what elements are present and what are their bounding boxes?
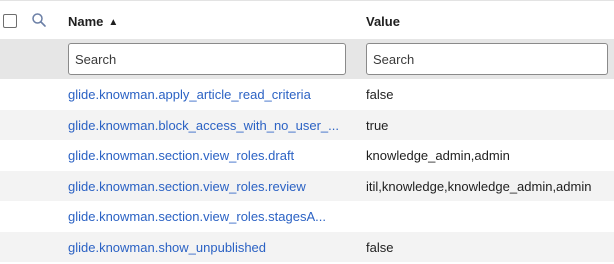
property-name-link[interactable]: glide.knowman.section.view_roles.draft xyxy=(68,148,294,163)
value-search-input[interactable] xyxy=(366,43,608,75)
column-header-value[interactable]: Value xyxy=(366,14,400,29)
table-row: glide.knowman.section.view_roles.review … xyxy=(0,170,614,201)
search-icon[interactable] xyxy=(31,12,47,28)
table-row: glide.knowman.section.view_roles.draft k… xyxy=(0,140,614,171)
property-name-link[interactable]: glide.knowman.show_unpublished xyxy=(68,240,266,255)
property-name-link[interactable]: glide.knowman.apply_article_read_criteri… xyxy=(68,87,311,102)
property-value: false xyxy=(366,87,394,102)
table-header-row: Name ▲ Value xyxy=(0,0,614,39)
table-row: glide.knowman.section.view_roles.stagesA… xyxy=(0,201,614,232)
property-name-link[interactable]: glide.knowman.block_access_with_no_user_… xyxy=(68,118,339,133)
property-value: true xyxy=(366,117,389,133)
property-value: knowledge_admin,admin xyxy=(366,148,510,163)
property-name-link[interactable]: glide.knowman.section.view_roles.stagesA… xyxy=(68,209,326,224)
table-row: glide.knowman.apply_article_read_criteri… xyxy=(0,79,614,110)
table-row: glide.knowman.block_access_with_no_user_… xyxy=(0,109,614,140)
property-name-link[interactable]: glide.knowman.section.view_roles.review xyxy=(68,179,306,194)
name-search-input[interactable] xyxy=(68,43,346,75)
column-header-value-label: Value xyxy=(366,14,400,29)
column-header-name[interactable]: Name ▲ xyxy=(68,14,118,29)
select-all-checkbox[interactable] xyxy=(3,14,17,28)
sort-ascending-icon: ▲ xyxy=(108,17,119,28)
column-header-name-label: Name xyxy=(68,14,104,29)
table-row: glide.knowman.show_unpublished false xyxy=(0,231,614,262)
property-value: false xyxy=(366,239,394,255)
property-value: itil,knowledge,knowledge_admin,admin xyxy=(366,178,592,194)
property-list-table: Name ▲ Value glide.knowman.apply_article_… xyxy=(0,0,614,262)
column-search-row xyxy=(0,39,614,79)
